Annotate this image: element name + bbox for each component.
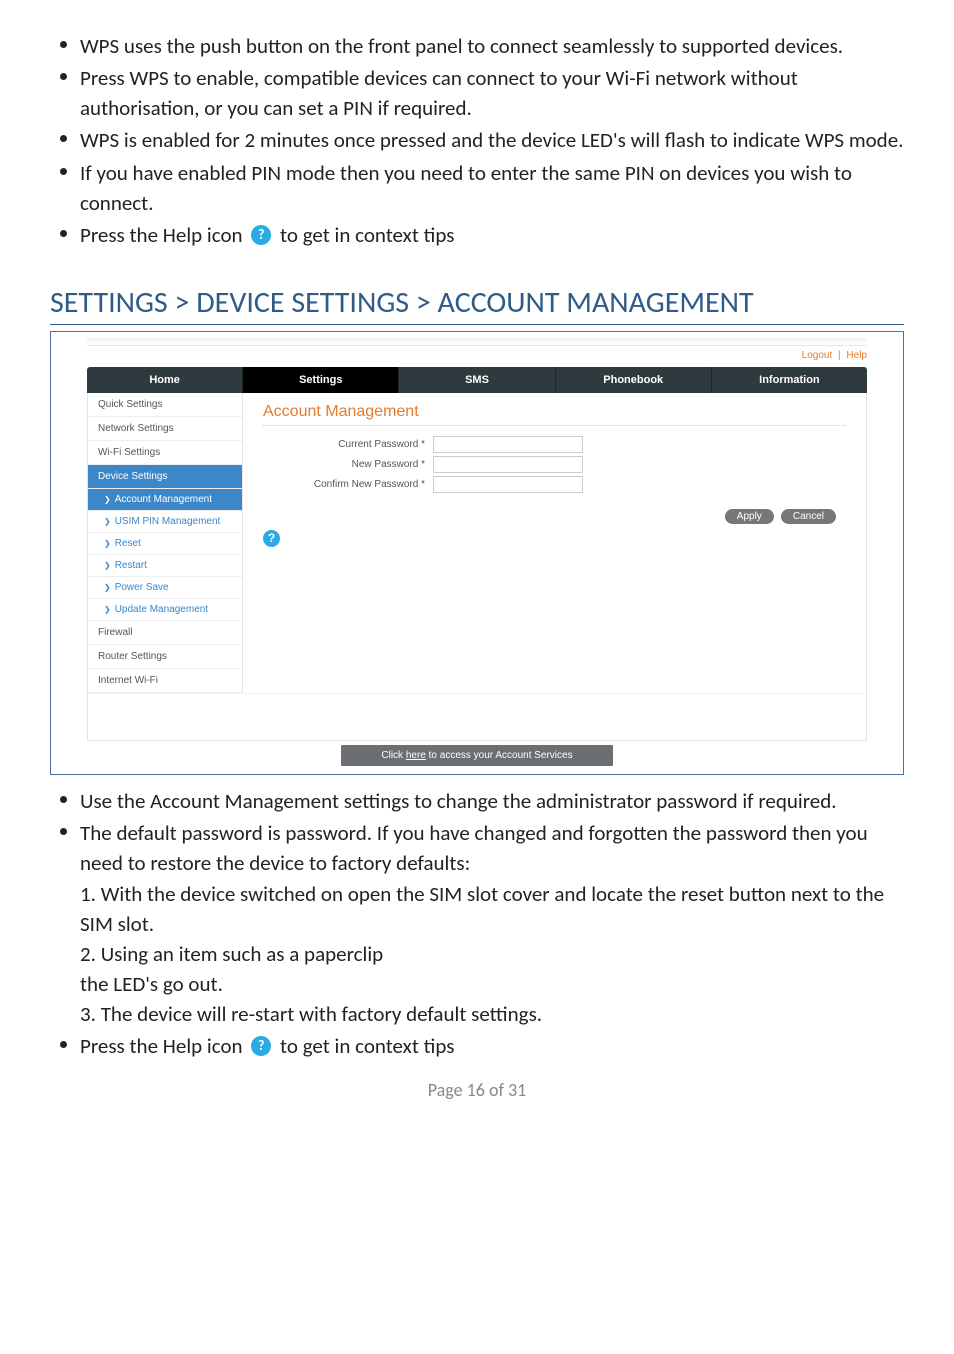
tab-home[interactable]: Home (87, 367, 243, 393)
tab-phonebook[interactable]: Phonebook (556, 367, 712, 393)
current-password-label: Current Password * (263, 439, 433, 450)
account-bullet-list: Use the Account Management settings to c… (50, 785, 904, 1060)
sidebar-sub-reset[interactable]: ❯ Reset (88, 533, 242, 555)
tab-sms[interactable]: SMS (399, 367, 555, 393)
section-heading: SETTINGS > DEVICE SETTINGS > ACCOUNT MAN… (50, 283, 904, 325)
sidebar-item-quick-settings[interactable]: Quick Settings (88, 393, 242, 417)
main-panel: Account Management Current Password * Ne… (243, 393, 866, 693)
sidebar-sub-update-management[interactable]: ❯ Update Management (88, 599, 242, 621)
router-ui-screenshot: Logout | Help Home Settings SMS Phoneboo… (50, 331, 904, 775)
wps-bullet-list: WPS uses the push button on the front pa… (50, 30, 904, 249)
tab-settings[interactable]: Settings (243, 367, 399, 393)
sidebar-item-internet-wifi[interactable]: Internet Wi-Fi (88, 669, 242, 693)
help-icon: ? (251, 225, 271, 245)
util-links: Logout | Help (87, 346, 867, 367)
help-link[interactable]: Help (846, 350, 867, 361)
help-icon: ? (251, 1036, 271, 1056)
settings-sidebar: Quick Settings Network Settings Wi-Fi Se… (88, 393, 243, 693)
account-services-link[interactable]: here (406, 750, 426, 761)
tab-information[interactable]: Information (712, 367, 867, 393)
apply-button[interactable]: Apply (725, 509, 774, 524)
chevron-right-icon: ❯ (104, 605, 111, 614)
sidebar-item-wifi-settings[interactable]: Wi-Fi Settings (88, 441, 242, 465)
wps-help-bullet: Press the Help icon ? to get in context … (80, 219, 904, 249)
account-bullet-1: Use the Account Management settings to c… (80, 785, 904, 815)
footer-bar: Click here to access your Account Servic… (87, 745, 867, 766)
page-number: Page 16 of 31 (50, 1079, 904, 1101)
sidebar-sub-restart[interactable]: ❯ Restart (88, 555, 242, 577)
account-bullet-2: The default password is password. If you… (80, 817, 904, 1028)
main-tabs: Home Settings SMS Phonebook Information (87, 367, 867, 393)
wps-bullet-3: WPS is enabled for 2 minutes once presse… (80, 124, 904, 154)
new-password-label: New Password * (263, 459, 433, 470)
chevron-right-icon: ❯ (104, 583, 111, 592)
chevron-right-icon: ❯ (104, 561, 111, 570)
account-help-bullet: Press the Help icon ? to get in context … (80, 1030, 904, 1060)
panel-title: Account Management (263, 403, 846, 426)
sidebar-item-firewall[interactable]: Firewall (88, 621, 242, 645)
sidebar-sub-power-save[interactable]: ❯ Power Save (88, 577, 242, 599)
sidebar-sub-usim-pin[interactable]: ❯ USIM PIN Management (88, 511, 242, 533)
wps-bullet-1: WPS uses the push button on the front pa… (80, 30, 904, 60)
chevron-right-icon: ❯ (104, 495, 111, 504)
help-icon[interactable]: ? (263, 530, 280, 547)
wps-bullet-4: If you have enabled PIN mode then you ne… (80, 157, 904, 217)
chevron-right-icon: ❯ (104, 517, 111, 526)
sidebar-item-router-settings[interactable]: Router Settings (88, 645, 242, 669)
confirm-password-input[interactable] (433, 476, 583, 493)
current-password-input[interactable] (433, 436, 583, 453)
wps-bullet-2: Press WPS to enable, compatible devices … (80, 62, 904, 122)
cancel-button[interactable]: Cancel (781, 509, 836, 524)
chevron-right-icon: ❯ (104, 539, 111, 548)
sidebar-item-device-settings[interactable]: Device Settings (88, 465, 242, 489)
confirm-password-label: Confirm New Password * (263, 479, 433, 490)
sidebar-sub-account-management[interactable]: ❯ Account Management (88, 489, 242, 511)
logout-link[interactable]: Logout (802, 350, 833, 361)
sidebar-item-network-settings[interactable]: Network Settings (88, 417, 242, 441)
new-password-input[interactable] (433, 456, 583, 473)
